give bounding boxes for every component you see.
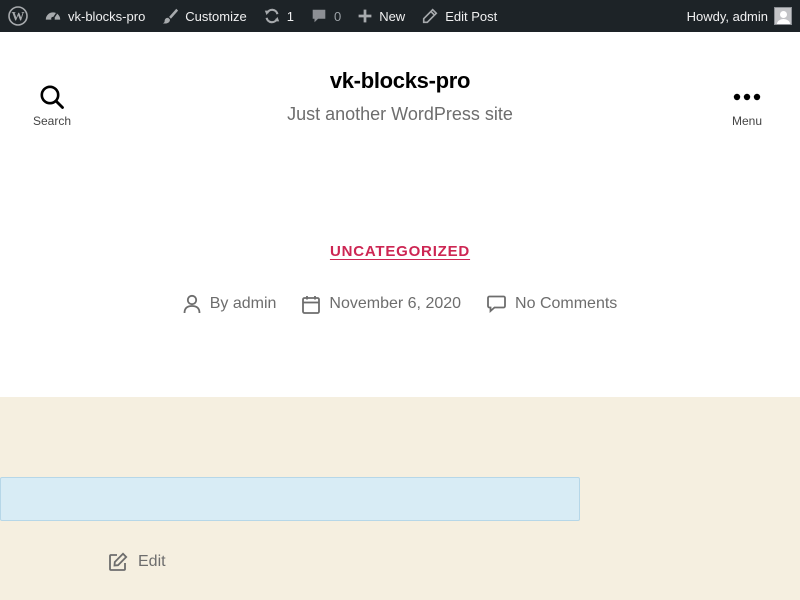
ellipsis-menu-icon [733,93,761,101]
avatar [774,7,792,25]
edit-post-link[interactable]: Edit Post [413,0,505,32]
new-content-menu[interactable]: New [349,0,413,32]
new-label: New [379,8,406,24]
paintbrush-icon [163,8,179,24]
edit-post-label: Edit Post [445,8,498,24]
edit-icon [109,552,128,571]
date-link[interactable]: November 6, 2020 [329,295,461,313]
comments-link[interactable]: 0 [302,0,349,32]
content-block [0,477,580,521]
post-author: By admin [183,294,277,314]
dashboard-gauge-icon [45,12,61,21]
site-name-menu[interactable]: vk-blocks-pro [36,0,153,32]
my-account-menu[interactable]: Howdy, admin [679,0,800,32]
svg-text:W: W [12,9,25,24]
post-meta: By admin November 6, 2020 No Comments [0,294,800,314]
site-description: Just another WordPress site [287,104,513,124]
comments-count: 0 [333,8,342,24]
menu-toggle[interactable]: Menu [707,84,787,128]
edit-label: Edit [138,553,166,570]
post-date: November 6, 2020 [302,295,461,314]
post-content-area: Edit [0,397,800,600]
comment-bubble-icon [312,9,326,23]
edit-post-footer-link[interactable]: Edit [108,552,166,572]
customize-label: Customize [185,8,247,24]
wordpress-icon: W [8,6,28,26]
customize-link[interactable]: Customize [153,0,254,32]
menu-toggle-label: Menu [731,114,763,128]
comment-icon [487,295,506,313]
wordpress-logo-menu[interactable]: W [0,0,36,32]
category-link[interactable]: UNCATEGORIZED [330,243,470,260]
author-link[interactable]: By admin [210,295,277,313]
calendar-icon [302,295,321,314]
site-title[interactable]: vk-blocks-pro [0,68,800,94]
howdy-label: Howdy, admin [686,8,768,24]
updates-count: 1 [286,8,294,24]
updates-link[interactable]: 1 [255,0,302,32]
plus-icon [358,9,372,23]
site-header: Search vk-blocks-pro Just another WordPr… [0,32,800,192]
entry-categories: UNCATEGORIZED [0,243,800,261]
user-icon [183,294,201,314]
admin-bar: W vk-blocks-pro Customize 1 0 New Edit P… [0,0,800,32]
updates-refresh-icon [264,8,279,24]
pencil-icon [423,8,438,24]
comments-link-meta[interactable]: No Comments [515,295,617,313]
site-name-label: vk-blocks-pro [68,8,146,24]
post-comments: No Comments [487,295,617,313]
